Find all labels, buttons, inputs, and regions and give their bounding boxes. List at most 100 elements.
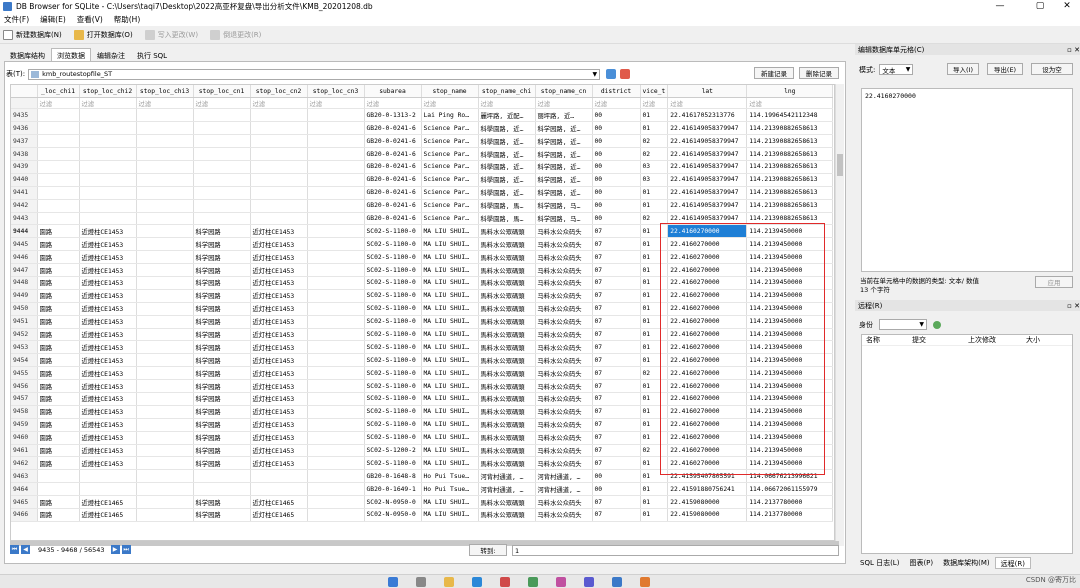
maximize-button[interactable]: ▢ xyxy=(1025,0,1055,13)
table-cell[interactable]: 馬料水公眾碼頭 xyxy=(478,495,536,509)
close-button[interactable]: ✕ xyxy=(1052,0,1080,13)
filter-input[interactable]: 过滤 xyxy=(79,97,137,110)
table-cell[interactable]: 马料水公众码头 xyxy=(535,508,593,522)
table-cell[interactable]: SC02-S-1100-0 xyxy=(364,302,422,316)
table-cell[interactable]: 園路 xyxy=(37,328,80,342)
table-cell[interactable]: 22.416149058379947 xyxy=(667,173,748,187)
table-cell[interactable]: GB20-0-1313-2 xyxy=(364,108,422,123)
mode-select[interactable]: 文本 ▼ xyxy=(879,64,914,75)
table-cell[interactable]: 河背村通道, … xyxy=(478,469,536,484)
app-icon[interactable] xyxy=(640,577,650,587)
table-cell[interactable] xyxy=(136,444,194,458)
table-cell[interactable]: 马料水公众码头 xyxy=(535,431,593,445)
row-number[interactable]: 9446 xyxy=(11,250,38,265)
table-cell[interactable] xyxy=(136,289,194,303)
table-cell[interactable]: 近燈柱CE1453 xyxy=(79,431,137,445)
table-cell[interactable]: 00 xyxy=(592,469,641,484)
table-cell[interactable]: SC02-S-1100-0 xyxy=(364,456,422,471)
tab-pragmas[interactable]: 编辑杂注 xyxy=(91,48,131,61)
row-number[interactable]: 9462 xyxy=(11,456,38,471)
table-cell[interactable]: 科學園路, 馬… xyxy=(478,199,536,213)
filter-input[interactable]: 过滤 xyxy=(136,97,194,110)
table-cell[interactable]: 園路 xyxy=(37,302,80,316)
table-cell[interactable]: 近燈柱CE1453 xyxy=(79,315,137,329)
table-cell[interactable]: 科学园路 xyxy=(193,405,251,419)
table-cell[interactable]: 马料水公众码头 xyxy=(535,289,593,303)
table-cell[interactable]: 近灯柱CE1465 xyxy=(250,508,308,522)
table-cell[interactable]: SC02-S-1100-0 xyxy=(364,237,422,252)
table-cell[interactable]: 科学园路, 近… xyxy=(535,186,593,200)
filter-input[interactable]: 过滤 xyxy=(746,97,834,110)
table-cell[interactable] xyxy=(307,392,365,406)
table-cell[interactable]: 科学园路, 马… xyxy=(535,212,593,226)
table-cell[interactable]: SC02-S-1100-0 xyxy=(364,392,422,406)
table-cell[interactable] xyxy=(307,289,365,303)
table-cell[interactable]: 科學園路, 近… xyxy=(478,160,536,174)
filter-input[interactable]: 过滤 xyxy=(193,97,251,110)
filter-input[interactable]: 过滤 xyxy=(307,97,365,110)
table-cell[interactable]: 科学园路, 近… xyxy=(535,147,593,161)
table-cell[interactable]: 近灯柱CE1453 xyxy=(250,276,308,290)
table-cell[interactable]: 科学园路 xyxy=(193,495,251,509)
table-cell[interactable]: 科学园路, 马… xyxy=(535,199,593,213)
table-row[interactable]: 9442 GB20-0-0241-6 Science Par… 科學園路, 馬… 科学园… xyxy=(11,199,834,213)
table-cell[interactable]: 114.21390882658613 xyxy=(746,134,834,149)
export-button[interactable]: 导出(E) xyxy=(987,63,1023,75)
table-cell[interactable] xyxy=(136,173,194,187)
table-cell[interactable] xyxy=(37,108,80,123)
table-cell[interactable]: Science Par… xyxy=(421,134,479,149)
table-cell[interactable]: 近灯柱CE1453 xyxy=(250,405,308,419)
table-cell[interactable]: 马料水公众码头 xyxy=(535,340,593,355)
table-cell[interactable] xyxy=(79,186,137,200)
table-cell[interactable]: 马料水公众码头 xyxy=(535,444,593,458)
table-cell[interactable] xyxy=(307,366,365,381)
table-cell[interactable]: 01 xyxy=(640,495,669,509)
table-cell[interactable]: 科學園路, 近… xyxy=(478,186,536,200)
table-cell[interactable]: 22.416149058379947 xyxy=(667,121,748,136)
table-cell[interactable] xyxy=(307,315,365,329)
table-cell[interactable]: GB20-0-0241-6 xyxy=(364,160,422,174)
table-cell[interactable]: Science Par… xyxy=(421,186,479,200)
row-number[interactable]: 9459 xyxy=(11,418,38,432)
search-icon[interactable] xyxy=(416,577,426,587)
table-row[interactable]: 9437 GB20-0-0241-6 Science Par… 科學園路, 近… 科学园… xyxy=(11,134,834,149)
table-cell[interactable]: 園路 xyxy=(37,237,80,252)
table-cell[interactable] xyxy=(307,276,365,290)
table-row[interactable]: 9466 園路 近燈柱CE1465 科学园路 近灯柱CE1465 SC02-N-0950-… xyxy=(11,508,834,522)
table-cell[interactable] xyxy=(136,237,194,252)
menu-file[interactable]: 文件(F) xyxy=(4,14,29,25)
table-cell[interactable]: 近燈柱CE1465 xyxy=(79,508,137,522)
add-identity-icon[interactable] xyxy=(933,320,941,329)
table-cell[interactable]: 近灯柱CE1453 xyxy=(250,289,308,303)
table-cell[interactable] xyxy=(307,224,365,239)
table-cell[interactable]: 馬料水公眾碼頭 xyxy=(478,263,536,277)
table-cell[interactable]: 00 xyxy=(592,186,641,200)
table-cell[interactable] xyxy=(136,405,194,419)
table-cell[interactable]: 園路 xyxy=(37,418,80,432)
app-icon[interactable] xyxy=(500,577,510,587)
table-cell[interactable]: 科学园路 xyxy=(193,224,251,239)
table-cell[interactable]: 河背村通道, … xyxy=(535,469,593,484)
table-cell[interactable]: 園路 xyxy=(37,353,80,368)
table-cell[interactable] xyxy=(136,353,194,368)
table-cell[interactable]: 22.416149058379947 xyxy=(667,160,748,174)
table-cell[interactable]: 近燈柱CE1453 xyxy=(79,340,137,355)
table-cell[interactable]: MA LIU SHUI… xyxy=(421,508,479,522)
table-cell[interactable] xyxy=(136,186,194,200)
table-cell[interactable]: 22.41591880756241 xyxy=(667,482,748,497)
table-cell[interactable]: 近灯柱CE1453 xyxy=(250,263,308,277)
table-cell[interactable] xyxy=(250,482,308,497)
table-cell[interactable]: 近燈柱CE1453 xyxy=(79,392,137,406)
table-cell[interactable]: SC02-S-1100-0 xyxy=(364,405,422,419)
table-cell[interactable]: 科學園路, 近… xyxy=(478,134,536,149)
table-cell[interactable]: MA LIU SHUI… xyxy=(421,431,479,445)
table-cell[interactable]: 马料水公众码头 xyxy=(535,224,593,239)
table-cell[interactable]: 01 xyxy=(640,186,669,200)
table-cell[interactable]: Science Par… xyxy=(421,160,479,174)
table-cell[interactable]: 22.41617052313776 xyxy=(667,108,748,123)
table-cell[interactable] xyxy=(307,302,365,316)
table-cell[interactable]: 00 xyxy=(592,160,641,174)
table-cell[interactable]: 马料水公众码头 xyxy=(535,379,593,393)
table-cell[interactable] xyxy=(136,469,194,484)
table-cell[interactable]: 馬料水公眾碼頭 xyxy=(478,418,536,432)
